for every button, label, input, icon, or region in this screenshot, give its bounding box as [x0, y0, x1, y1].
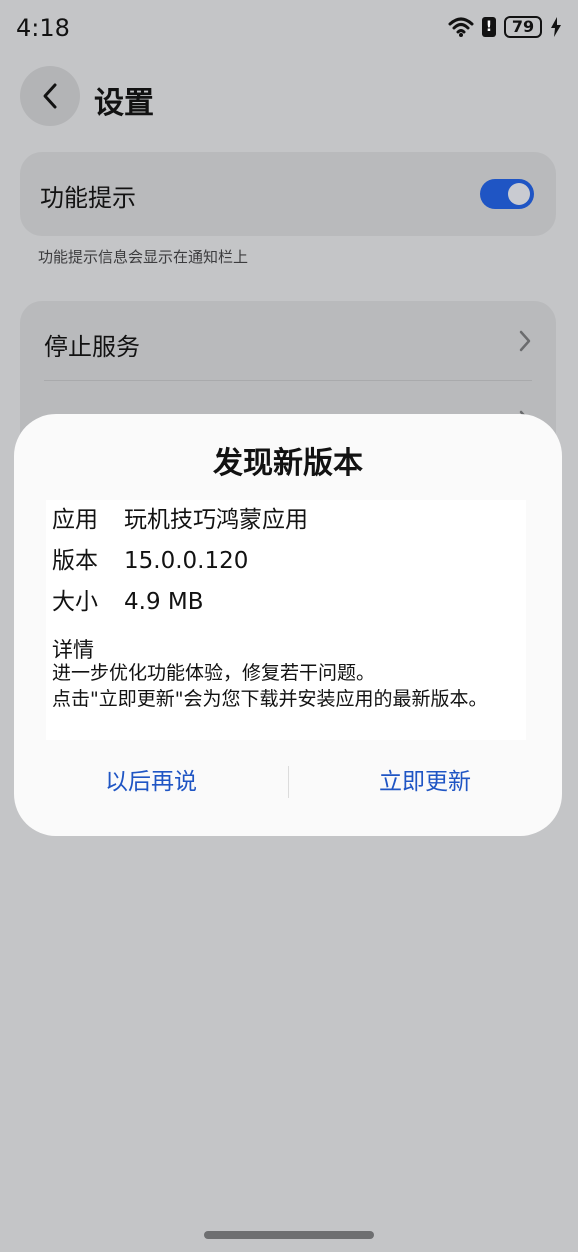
list-item-stop-service[interactable]: 停止服务 [20, 301, 556, 381]
info-key: 版本 [52, 548, 98, 574]
list-item-label: 停止服务 [44, 333, 140, 361]
page-title: 设置 [94, 86, 154, 121]
feature-hint-description: 功能提示信息会显示在通知栏上 [38, 248, 249, 266]
info-row-app: 应用 玩机技巧鸿蒙应用 [52, 500, 308, 534]
status-icons: ! 79 [448, 16, 562, 38]
back-button[interactable] [20, 66, 80, 126]
status-bar: 4:18 ! 79 [0, 0, 578, 58]
charging-bolt-icon [551, 17, 561, 37]
screen: 4:18 ! 79 设置 功能提示 功能提示信息会显示在通知栏上 停止服务 发现… [0, 0, 578, 1252]
wifi-icon [448, 17, 474, 37]
alert-icon: ! [482, 17, 496, 37]
info-key: 应用 [52, 507, 98, 533]
chevron-right-icon [519, 330, 531, 352]
info-key: 大小 [52, 589, 98, 615]
dialog-actions: 以后再说 立即更新 [14, 760, 562, 804]
info-value: 4.9 MB [124, 589, 204, 615]
chevron-left-icon [43, 83, 57, 109]
info-value: 玩机技巧鸿蒙应用 [124, 507, 308, 533]
feature-hint-card: 功能提示 [20, 152, 556, 236]
status-time: 4:18 [16, 14, 70, 42]
feature-hint-label: 功能提示 [40, 184, 136, 212]
details-line: 进一步优化功能体验，修复若干问题。 [52, 662, 376, 684]
feature-hint-toggle[interactable] [480, 179, 534, 209]
update-dialog: 发现新版本 应用 玩机技巧鸿蒙应用 版本 15.0.0.120 大小 4.9 MB 详… [14, 414, 562, 836]
dialog-body: 应用 玩机技巧鸿蒙应用 版本 15.0.0.120 大小 4.9 MB 详情 进一步优… [46, 500, 526, 740]
battery-icon: 79 [504, 16, 542, 38]
info-row-version: 版本 15.0.0.120 [52, 541, 248, 575]
update-now-button[interactable]: 立即更新 [288, 760, 562, 804]
home-indicator[interactable] [204, 1231, 374, 1239]
info-value: 15.0.0.120 [124, 548, 249, 574]
info-row-size: 大小 4.9 MB [52, 582, 204, 616]
details-line: 点击"立即更新"会为您下载并安装应用的最新版本。 [52, 688, 488, 710]
toggle-knob [508, 183, 530, 205]
later-button[interactable]: 以后再说 [14, 760, 288, 804]
details-text: 进一步优化功能体验，修复若干问题。 点击"立即更新"会为您下载并安装应用的最新版… [52, 660, 522, 712]
dialog-title: 发现新版本 [213, 446, 363, 481]
